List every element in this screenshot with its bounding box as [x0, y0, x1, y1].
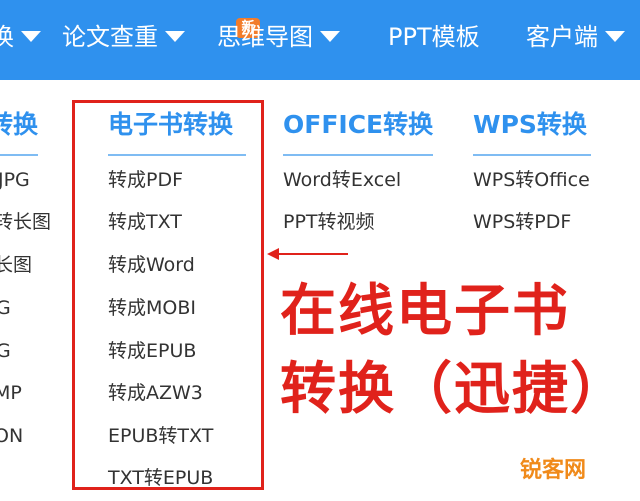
column-underline [0, 154, 38, 156]
wps-link-to-office[interactable]: WPS转Office [473, 167, 590, 193]
highlight-box [72, 100, 264, 490]
partial-link[interactable]: G [0, 295, 11, 321]
top-nav-bar: 换 论文查重 新 思维导图 PPT模板 客户端 [0, 0, 640, 80]
chevron-down-icon [21, 30, 41, 42]
nav-item-client[interactable]: 客户端 [526, 20, 625, 54]
annotation-line-2: 转换（迅捷） [280, 356, 628, 422]
column-title-partial: 转换 [0, 110, 39, 139]
partial-link[interactable]: MP [0, 380, 22, 406]
column-underline [473, 154, 591, 156]
column-title-wps: WPS转换 [473, 110, 587, 139]
column-underline [283, 154, 433, 156]
annotation-line-1: 在线电子书 [280, 278, 570, 344]
chevron-down-icon [320, 30, 340, 42]
wps-link-to-pdf[interactable]: WPS转PDF [473, 209, 571, 235]
nav-item-thesis-check[interactable]: 论文查重 新 [62, 18, 260, 54]
office-link-ppt-to-video[interactable]: PPT转视频 [283, 209, 375, 235]
annotation-text: 在线电子书 转换（迅捷） [280, 272, 640, 428]
office-link-word-to-excel[interactable]: Word转Excel [283, 167, 401, 193]
partial-link[interactable]: 长图 [0, 252, 32, 278]
nav-item-label: 客户端 [526, 23, 598, 51]
chevron-down-icon [605, 30, 625, 42]
chevron-down-icon [165, 30, 185, 42]
arrow-line [278, 253, 348, 255]
nav-item-label: 换 [0, 23, 14, 51]
watermark-logo: 锐客网 [520, 458, 587, 483]
nav-item-convert[interactable]: 换 [0, 20, 41, 54]
nav-item-label: 思维导图 [217, 23, 313, 51]
column-title-office: OFFICE转换 [283, 110, 434, 139]
partial-link[interactable]: G [0, 338, 11, 364]
nav-item-mind-map[interactable]: 思维导图 [217, 20, 340, 54]
partial-link[interactable]: 转长图 [0, 209, 51, 235]
arrow-left-icon [267, 248, 279, 260]
nav-item-ppt-templates[interactable]: PPT模板 [388, 20, 480, 54]
partial-link[interactable]: JPG [0, 167, 30, 193]
partial-link[interactable]: ON [0, 423, 23, 449]
nav-item-label: PPT模板 [388, 23, 480, 51]
nav-item-label: 论文查重 [62, 23, 158, 51]
